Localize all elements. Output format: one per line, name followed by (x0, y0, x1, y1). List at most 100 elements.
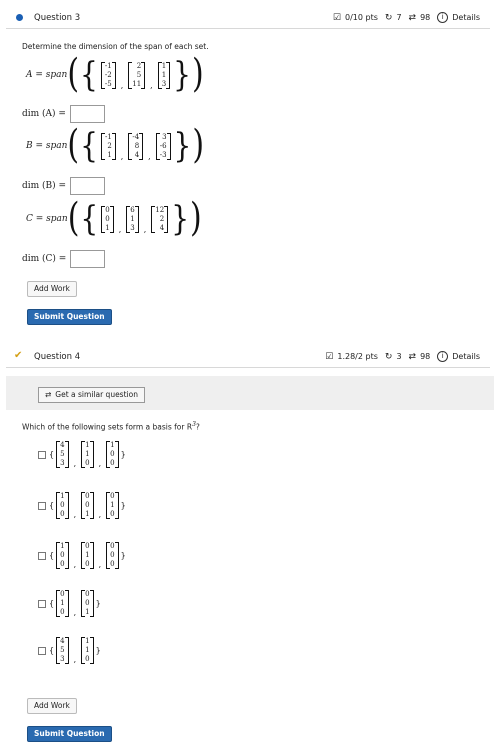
cell: 8 (134, 141, 140, 150)
question-3-header: Question 3 ☑ 0/10 pts ↻ 7 ⇄ 98 i Details (6, 6, 490, 29)
set-c-vector-1: 001 (101, 205, 114, 233)
info-icon[interactable]: i (437, 351, 449, 362)
option-2-checkbox[interactable] (38, 501, 46, 510)
option-3-vector-1: 100 (56, 542, 69, 569)
cell: 2 (136, 61, 142, 70)
option-1-checkbox[interactable] (38, 450, 46, 459)
set-c-vector-3: 12 2 4 (151, 205, 169, 233)
question-3-details-link[interactable]: Details (452, 13, 480, 22)
cell: 1 (60, 492, 65, 500)
cell: 0 (60, 590, 65, 598)
info-icon[interactable]: i (437, 12, 449, 23)
set-a-label: A = span (26, 70, 68, 80)
cell: 11 (132, 79, 142, 88)
cell: 1 (161, 61, 167, 70)
option-1[interactable]: { 453, 110, 1 0 0} (38, 441, 126, 468)
cell: 0 (60, 560, 65, 568)
refresh-icon: ⇄ (45, 390, 52, 399)
question-4-header: ✔ Question 4 ☑ 1.28/2 pts ↻ 3 ⇄ 98 i Det… (6, 345, 490, 368)
cell: 0 (85, 560, 90, 568)
set-a-vector-1: -1 -2 -5 (100, 61, 116, 89)
cell: 0 (110, 450, 115, 458)
question-4-add-work-button[interactable]: Add Work (27, 698, 77, 714)
cell: 0 (85, 655, 90, 663)
option-5-checkbox[interactable] (38, 646, 46, 655)
score-checkbox-icon: ☑ (325, 351, 334, 362)
cell: 5 (60, 646, 65, 654)
dim-b-row: dim (B) = (22, 177, 106, 195)
attempts-icon: ⇄ (408, 351, 417, 362)
cell: -2 (104, 70, 112, 79)
cell: -3 (159, 150, 167, 159)
cell: -1 (104, 61, 112, 70)
cell: 2 (107, 141, 112, 150)
cell: 1 (105, 223, 110, 232)
cell: 12 (155, 205, 165, 214)
cell: 1 (85, 608, 90, 616)
cell: 1 (60, 599, 65, 607)
cell: 0 (60, 510, 65, 518)
question-4-submit-button[interactable]: Submit Question (27, 726, 112, 742)
close-brace: } (171, 198, 190, 239)
answered-check-icon: ✔ (14, 350, 23, 361)
option-4-checkbox[interactable] (38, 599, 46, 608)
cell: 0 (85, 542, 90, 550)
dim-a-row: dim (A) = (22, 105, 105, 123)
cell: 1 (161, 70, 167, 79)
cell: 2 (159, 214, 165, 223)
cell: 0 (85, 492, 90, 500)
dim-b-label: dim (B) = (22, 181, 67, 191)
set-b-expression: B = span ( { -1 2 1 , -4 8 4 , 3 -6 -3 } ) (26, 122, 205, 169)
dim-a-input[interactable] (69, 105, 105, 123)
cell: 1 (107, 150, 112, 159)
cell: 4 (134, 150, 140, 159)
cell: 0 (60, 608, 65, 616)
question-3-meta: ☑ 0/10 pts ↻ 7 ⇄ 98 i Details (333, 12, 480, 23)
cell: 5 (60, 450, 65, 458)
dim-b-input[interactable] (70, 177, 106, 195)
option-4[interactable]: { 010, 0 0 1} (38, 590, 101, 617)
similar-question-label: Get a similar question (55, 390, 138, 399)
question-4-details-link[interactable]: Details (452, 352, 480, 361)
close-paren: ) (192, 122, 205, 169)
cell: 0 (105, 214, 110, 223)
cell: 3 (60, 459, 65, 467)
option-5-vector-2: 110 (81, 637, 94, 664)
dim-c-label: dim (C) = (22, 254, 67, 264)
cell: 1 (85, 637, 90, 645)
dim-c-input[interactable] (70, 250, 106, 268)
cell: 1 (85, 441, 90, 449)
option-2-vector-2: 001 (81, 492, 94, 519)
open-paren: ( (67, 122, 80, 169)
cell: 0 (110, 510, 115, 518)
cell: 4 (60, 441, 65, 449)
option-3-checkbox[interactable] (38, 551, 46, 560)
score-checkbox-icon: ☑ (332, 12, 341, 23)
cell: 0 (110, 459, 115, 467)
prompt-text: Which of the following sets form a basis… (22, 422, 193, 432)
retry-icon: ↻ (384, 12, 393, 23)
set-a-vector-2: 2 5 11 (128, 61, 146, 89)
question-3-title: Question 3 (34, 13, 81, 23)
question-4-meta: ☑ 1.28/2 pts ↻ 3 ⇄ 98 i Details (325, 351, 480, 362)
open-paren: ( (67, 195, 80, 242)
close-paren: ) (190, 195, 202, 242)
option-1-vector-3: 100 (106, 441, 119, 468)
option-3[interactable]: { 100, 010, 0 0 0} (38, 542, 126, 569)
cell: -4 (132, 132, 140, 141)
option-5[interactable]: { 453, 1 1 0} (38, 637, 101, 664)
cell: 4 (60, 637, 65, 645)
set-a-vector-3: 113 (157, 61, 171, 89)
cell: 3 (130, 223, 135, 232)
option-1-vector-1: 453 (56, 441, 69, 468)
cell: 0 (105, 205, 110, 214)
similar-question-button[interactable]: ⇄ Get a similar question (38, 387, 145, 403)
cell: 0 (85, 501, 90, 509)
question-4-attempts: 98 (420, 352, 431, 361)
option-2[interactable]: { 100, 001, 0 1 0} (38, 492, 126, 519)
question-3-points: 0/10 pts (345, 13, 378, 22)
question-3-add-work-button[interactable]: Add Work (27, 281, 77, 297)
option-2-vector-1: 100 (56, 492, 69, 519)
question-3-submit-button[interactable]: Submit Question (27, 309, 112, 325)
cell: -1 (104, 132, 112, 141)
